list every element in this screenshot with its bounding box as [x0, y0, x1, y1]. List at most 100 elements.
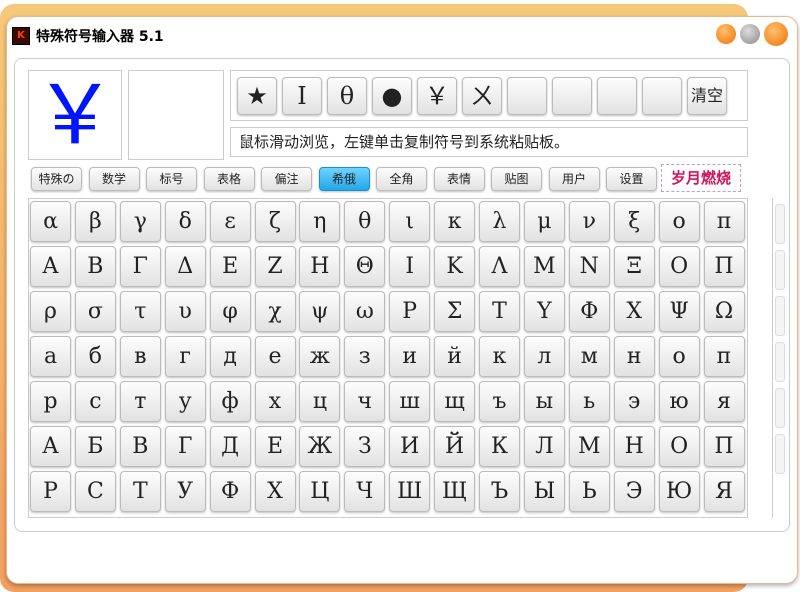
symbol-button[interactable]: φ	[209, 291, 251, 332]
symbol-button[interactable]: ц	[299, 381, 341, 422]
symbol-button[interactable]: ξ	[613, 201, 655, 242]
symbol-button[interactable]: ζ	[254, 201, 296, 242]
symbol-button[interactable]: н	[613, 336, 655, 377]
symbol-button[interactable]: λ	[479, 201, 520, 242]
symbol-button[interactable]: щ	[434, 381, 476, 422]
symbol-button[interactable]: Х	[254, 471, 296, 512]
symbol-button[interactable]: ψ	[299, 291, 341, 332]
symbol-button[interactable]: Τ	[479, 291, 520, 332]
symbol-button[interactable]: Χ	[613, 291, 655, 332]
symbol-button[interactable]: Β	[74, 246, 116, 287]
symbol-button[interactable]: в	[119, 336, 161, 377]
clear-button[interactable]: 清空	[687, 77, 727, 115]
symbol-button[interactable]: у	[164, 381, 206, 422]
symbol-button[interactable]: П	[703, 426, 745, 467]
symbol-button[interactable]: У	[164, 471, 206, 512]
symbol-button[interactable]: π	[703, 201, 745, 242]
tab-7[interactable]: 表情	[433, 167, 485, 191]
symbol-button[interactable]: α	[30, 201, 71, 242]
symbol-button[interactable]: В	[119, 426, 161, 467]
symbol-button[interactable]: ф	[209, 381, 251, 422]
symbol-button[interactable]: Ψ	[658, 291, 700, 332]
symbol-button[interactable]: ь	[568, 381, 610, 422]
symbol-button[interactable]: л	[523, 336, 565, 377]
symbol-button[interactable]: Γ	[119, 246, 161, 287]
symbol-button[interactable]: τ	[119, 291, 161, 332]
symbol-button[interactable]: Э	[613, 471, 655, 512]
symbol-button[interactable]: б	[74, 336, 116, 377]
symbol-button[interactable]: Ω	[703, 291, 745, 332]
symbol-button[interactable]: Т	[119, 471, 161, 512]
symbol-button[interactable]: г	[164, 336, 206, 377]
symbol-button[interactable]: п	[703, 336, 745, 377]
symbol-button[interactable]: и	[389, 336, 431, 377]
symbol-button[interactable]: κ	[434, 201, 476, 242]
symbol-button[interactable]: Г	[164, 426, 206, 467]
symbol-button[interactable]: е	[254, 336, 296, 377]
symbol-button[interactable]: Д	[209, 426, 251, 467]
close-button[interactable]	[764, 22, 788, 46]
recent-symbol-button[interactable]	[642, 77, 682, 115]
symbol-button[interactable]: Σ	[434, 291, 476, 332]
symbol-button[interactable]: э	[613, 381, 655, 422]
recent-symbol-button[interactable]	[552, 77, 592, 115]
symbol-button[interactable]: ω	[344, 291, 386, 332]
symbol-button[interactable]: ν	[568, 201, 610, 242]
symbol-button[interactable]: т	[119, 381, 161, 422]
tab-5[interactable]: 希俄	[318, 167, 370, 191]
symbol-button[interactable]: Θ	[344, 246, 386, 287]
symbol-button[interactable]: δ	[164, 201, 206, 242]
symbol-button[interactable]: Α	[30, 246, 71, 287]
symbol-button[interactable]: к	[479, 336, 520, 377]
symbol-button[interactable]: а	[30, 336, 71, 377]
symbol-button[interactable]: С	[74, 471, 116, 512]
symbol-button[interactable]: ι	[389, 201, 431, 242]
tab-2[interactable]: 标号	[146, 167, 197, 191]
symbol-button[interactable]: з	[344, 336, 386, 377]
symbol-button[interactable]: Е	[254, 426, 296, 467]
symbol-button[interactable]: ж	[299, 336, 341, 377]
symbol-button[interactable]: З	[344, 426, 386, 467]
recent-symbol-button[interactable]	[597, 77, 637, 115]
symbol-button[interactable]: υ	[164, 291, 206, 332]
symbol-button[interactable]: η	[299, 201, 341, 242]
symbol-button[interactable]: Ю	[658, 471, 700, 512]
symbol-button[interactable]: д	[209, 336, 251, 377]
symbol-button[interactable]: Φ	[568, 291, 610, 332]
minimize-button[interactable]	[716, 24, 736, 44]
tab-6[interactable]: 全角	[376, 167, 427, 191]
recent-symbol-button[interactable]	[507, 77, 547, 115]
symbol-button[interactable]: с	[74, 381, 116, 422]
symbol-button[interactable]: й	[434, 336, 476, 377]
symbol-button[interactable]: Н	[613, 426, 655, 467]
recent-symbol-button[interactable]: ㄨ	[462, 77, 502, 115]
symbol-button[interactable]: м	[568, 336, 610, 377]
symbol-button[interactable]: β	[74, 201, 116, 242]
tab-8[interactable]: 贴图	[491, 167, 542, 191]
symbol-button[interactable]: Λ	[479, 246, 520, 287]
tab-4[interactable]: 偏注	[261, 167, 312, 191]
symbol-button[interactable]: Ж	[299, 426, 341, 467]
symbol-button[interactable]: Ξ	[613, 246, 655, 287]
symbol-button[interactable]: μ	[523, 201, 565, 242]
restore-button[interactable]	[740, 24, 760, 44]
symbol-button[interactable]: Ч	[344, 471, 386, 512]
symbol-button[interactable]: х	[254, 381, 296, 422]
recent-symbol-button[interactable]: ★	[237, 77, 277, 115]
symbol-button[interactable]: К	[479, 426, 520, 467]
symbol-button[interactable]: о	[658, 336, 700, 377]
symbol-button[interactable]: Й	[434, 426, 476, 467]
symbol-button[interactable]: Η	[299, 246, 341, 287]
symbol-button[interactable]: θ	[344, 201, 386, 242]
recent-symbol-button[interactable]: θ	[327, 77, 367, 115]
symbol-button[interactable]: Щ	[434, 471, 476, 512]
symbol-button[interactable]: А	[30, 426, 71, 467]
symbol-button[interactable]: я	[703, 381, 745, 422]
symbol-button[interactable]: Ε	[209, 246, 251, 287]
symbol-button[interactable]: Л	[523, 426, 565, 467]
symbol-button[interactable]: Π	[703, 246, 745, 287]
symbol-button[interactable]: Ο	[658, 246, 700, 287]
symbol-button[interactable]: ρ	[30, 291, 71, 332]
symbol-button[interactable]: Ь	[568, 471, 610, 512]
symbol-button[interactable]: ы	[523, 381, 565, 422]
